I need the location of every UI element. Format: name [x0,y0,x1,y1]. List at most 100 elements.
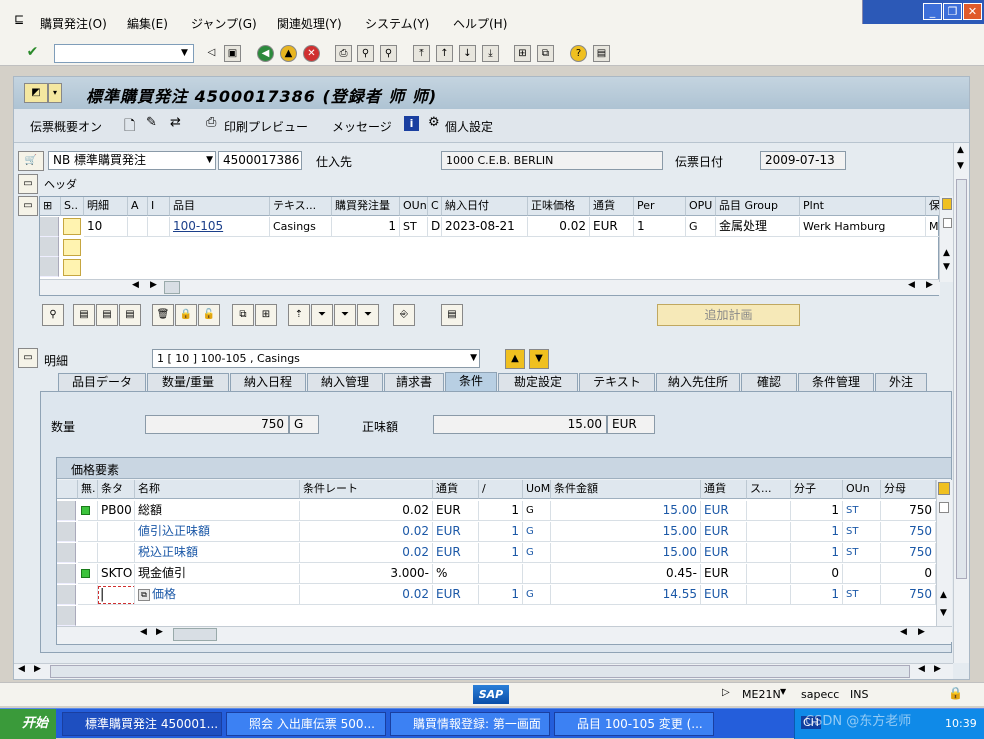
command-field[interactable]: ▼ [54,44,194,63]
prev-page-icon[interactable]: ↑ [436,45,453,62]
cell-curr2[interactable]: EUR [701,501,747,521]
table-icon[interactable]: ⊞ [255,304,277,326]
scroll-left-icon[interactable]: ◀ [900,627,907,637]
cell-a[interactable] [128,217,148,237]
cell-per[interactable]: 1 [479,585,523,605]
cancel-icon[interactable]: ✕ [303,45,320,62]
col-header-oun[interactable]: OUn [843,480,881,499]
col-header-curr2[interactable]: 通貨 [701,480,747,499]
scroll-right-icon[interactable]: ▶ [926,280,933,290]
cart-icon[interactable]: 🛒 [18,151,44,171]
net-currency-field[interactable]: EUR [607,415,655,434]
col-header-date[interactable]: 納入日付 [442,197,528,216]
col-header-status[interactable]: S.. [61,197,84,216]
back-arrow-icon[interactable]: ◁ [203,45,220,62]
po-number-field[interactable]: 4500017386 [218,151,302,170]
cell-status-text[interactable] [747,564,791,584]
cell-rate[interactable]: 3.000- [300,564,433,584]
cell-amount[interactable]: 14.55 [551,585,701,605]
tab-delivery-control[interactable]: 納入管理 [307,373,383,391]
task-goods-movement[interactable]: 照会 入出庫伝票 500... [226,712,386,736]
print-icon[interactable]: ⎙ [335,45,352,62]
find-next-icon[interactable]: ⚲ [380,45,397,62]
cell-oun[interactable] [843,564,881,584]
first-page-icon[interactable]: ⤒ [413,45,430,62]
cell-date[interactable]: 2023-08-21 [442,217,528,237]
cell-curr[interactable]: % [433,564,479,584]
next-item-icon[interactable]: ▼ [529,349,549,369]
menu-dropdown-arrow-icon[interactable]: ▾ [48,83,62,103]
task-po[interactable]: 標準購買発注 450001... [62,712,222,736]
grid-settings-icon[interactable]: ⊞ [40,197,61,216]
cell-amount[interactable]: 0.45- [551,564,701,584]
quantity-field[interactable]: 750 [145,415,289,434]
menu-edit[interactable]: 編集(E) [127,15,168,32]
cell-name[interactable]: 現金値引 [135,564,300,584]
back-icon[interactable]: ◀ [257,45,274,62]
hold-item-icon[interactable]: ⎆ [393,304,415,326]
tab-invoice[interactable]: 請求書 [384,373,444,391]
cell-text[interactable]: Casings [270,217,332,237]
detail-selector[interactable]: 1 [ 10 ] 100-105 , Casings ▼ [152,349,480,368]
col-header-numerator[interactable]: 分子 [791,480,843,499]
list-icon[interactable]: ▤ [441,304,463,326]
items-collapse-icon[interactable]: ▭ [18,196,38,216]
prev-item-icon[interactable]: ▲ [505,349,525,369]
scroll-thumb[interactable] [164,281,180,294]
cell-curr[interactable]: EUR [590,217,634,237]
col-header-group[interactable]: 品目 Group [716,197,800,216]
scroll-up-icon[interactable]: ▲ [943,248,950,258]
col-header-price[interactable]: 正味価格 [528,197,590,216]
items-hscrollbar[interactable]: ◀ ▶ ◀ ▶ [40,279,940,295]
scroll-thumb[interactable] [956,179,967,579]
cell-curr2[interactable]: EUR [701,585,747,605]
cell-ctype[interactable] [98,522,135,542]
menu-jump[interactable]: ジャンプ(G) [191,15,257,32]
cell-uom[interactable]: G [523,501,551,521]
print-preview-icon[interactable]: ⎙ [206,115,216,130]
cell-rate[interactable]: 0.02 [300,543,433,563]
column-config-icon[interactable] [942,198,952,210]
cell-per[interactable]: 1 [634,217,686,237]
row-selector[interactable] [57,606,76,626]
status-expand-icon[interactable]: ▷ [722,687,730,698]
row-selector[interactable] [40,257,59,277]
cell-per[interactable] [479,564,523,584]
vendor-field[interactable]: 1000 C.E.B. BERLIN [441,151,663,170]
col-header-i[interactable]: I [148,197,170,216]
cell-group[interactable]: 金属处理 [716,217,800,237]
tab-texts[interactable]: テキスト [579,373,655,391]
new-document-icon[interactable]: 🗋 [124,115,135,139]
col-header-inactive[interactable]: 無. [78,480,98,499]
col-header-opu[interactable]: OPU [686,197,716,216]
add-plan-button[interactable]: 追加計画 [657,304,800,326]
pricing-vscrollbar[interactable]: ▲ ▼ [936,480,952,626]
info-icon[interactable]: i [404,116,419,131]
col-header-curr[interactable]: 通貨 [590,197,634,216]
cell-i[interactable] [148,217,170,237]
detail-collapse-icon[interactable]: ▭ [18,348,38,368]
col-header-status[interactable]: ス... [747,480,791,499]
filter-set-icon[interactable]: ⏷ [334,304,356,326]
task-material-change[interactable]: 品目 100-105 変更 (... [554,712,714,736]
scroll-left-icon[interactable]: ◀ [140,627,147,637]
scroll-right-icon[interactable]: ▶ [918,627,925,637]
cell-status-text[interactable] [747,501,791,521]
scroll-right-icon[interactable]: ▶ [934,664,941,674]
main-vscrollbar[interactable]: ▲ ▼ [953,143,969,663]
menu-dropdown-icon[interactable]: ◩ [24,83,48,103]
messages-button[interactable]: メッセージ [332,118,392,135]
deselect-all-icon[interactable]: ▤ [96,304,118,326]
doc-type-select[interactable]: NB 標準購買発注 ▼ [48,151,216,170]
find-icon[interactable]: ⚲ [357,45,374,62]
col-header-amount[interactable]: 条件金額 [551,480,701,499]
cell-oun[interactable]: ST [843,585,881,605]
new-session-icon[interactable]: ⊞ [514,45,531,62]
scroll-thumb[interactable] [50,665,910,678]
filter-delete-icon[interactable]: ⏷ [357,304,379,326]
scroll-right-icon[interactable]: ▶ [150,280,157,290]
sort-asc-icon[interactable]: ⇡ [288,304,310,326]
cell-c[interactable]: D [428,217,442,237]
scroll-right-icon[interactable]: ▶ [156,627,163,637]
layout-menu-icon[interactable]: ▤ [593,45,610,62]
